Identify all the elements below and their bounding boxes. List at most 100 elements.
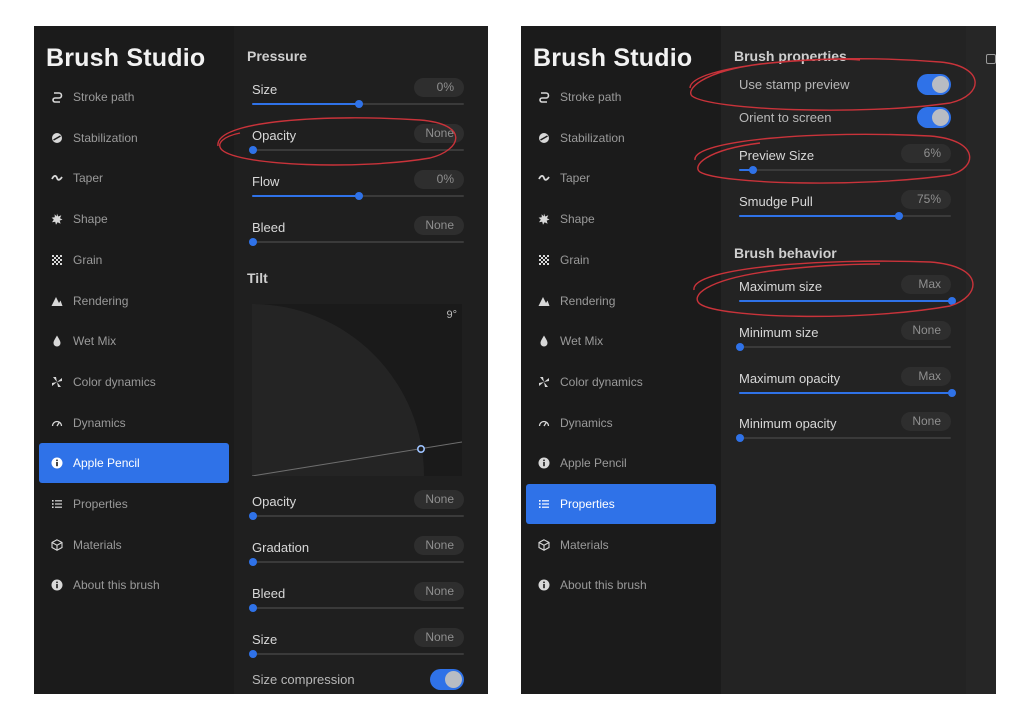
- slider-knob[interactable]: [736, 434, 744, 442]
- tilt-row-opacity[interactable]: Opacity None: [249, 490, 464, 526]
- slider-track[interactable]: [249, 558, 464, 566]
- slider-knob[interactable]: [249, 512, 257, 520]
- slider-track[interactable]: [249, 512, 464, 520]
- sidebar-item-rendering[interactable]: Rendering: [39, 281, 229, 321]
- sidebar-item-about-this-brush[interactable]: About this brush: [526, 565, 716, 605]
- sidebar-item-stabilization[interactable]: Stabilization: [39, 118, 229, 158]
- orient-to-screen-toggle[interactable]: [917, 107, 951, 128]
- slider-track[interactable]: [249, 146, 464, 154]
- sidebar-item-grain[interactable]: Grain: [39, 240, 229, 280]
- value-pill[interactable]: None: [414, 216, 464, 235]
- slider-knob[interactable]: [355, 100, 363, 108]
- slider-track[interactable]: [739, 212, 951, 220]
- slider-knob[interactable]: [249, 238, 257, 246]
- tilt-row-gradation[interactable]: Gradation None: [249, 536, 464, 572]
- tilt-angle-readout: 9°: [446, 309, 457, 321]
- sidebar-item-dynamics[interactable]: Dynamics: [526, 403, 716, 443]
- sidebar-item-wet-mix[interactable]: Wet Mix: [526, 321, 716, 361]
- value-pill[interactable]: None: [414, 124, 464, 143]
- sidebar-item-properties[interactable]: Properties: [39, 484, 229, 524]
- sidebar-item-stabilization[interactable]: Stabilization: [526, 118, 716, 158]
- maximum-size-row[interactable]: Maximum size Max: [739, 275, 956, 311]
- value-pill[interactable]: 75%: [901, 190, 951, 209]
- sidebar-item-properties[interactable]: Properties: [526, 484, 716, 524]
- slider-track[interactable]: [736, 434, 951, 442]
- pressure-row-size[interactable]: Size 0%: [252, 78, 464, 114]
- sidebar-item-color-dynamics[interactable]: Color dynamics: [526, 362, 716, 402]
- slider-track[interactable]: [739, 297, 956, 305]
- use-stamp-preview-row: Use stamp preview: [739, 74, 951, 96]
- slider-knob[interactable]: [948, 297, 956, 305]
- sidebar-item-label: Apple Pencil: [560, 456, 627, 471]
- sidebar-item-taper[interactable]: Taper: [39, 158, 229, 198]
- slider-track[interactable]: [736, 343, 951, 351]
- sidebar-item-taper[interactable]: Taper: [526, 158, 716, 198]
- slider-track[interactable]: [739, 166, 951, 174]
- brush-studio-panel-right: Brush Studio Stroke path Stabilization Tap…: [521, 26, 996, 694]
- size-compression-toggle[interactable]: [430, 669, 464, 690]
- tilt-angle-handle[interactable]: [417, 445, 426, 454]
- minimum-opacity-row[interactable]: Minimum opacity None: [736, 412, 951, 448]
- slider-track[interactable]: [739, 389, 956, 397]
- slider-track[interactable]: [249, 238, 464, 246]
- tilt-angle-graph[interactable]: 9°: [252, 304, 462, 476]
- value-pill[interactable]: 6%: [901, 144, 951, 163]
- external-link-icon[interactable]: [986, 54, 996, 64]
- side-strip: [966, 26, 996, 694]
- slider-track[interactable]: [252, 100, 464, 108]
- maximum-opacity-row[interactable]: Maximum opacity Max: [739, 367, 956, 403]
- use-stamp-preview-toggle[interactable]: [917, 74, 951, 95]
- sidebar-item-apple-pencil[interactable]: Apple Pencil: [39, 443, 229, 484]
- slider-knob[interactable]: [249, 558, 257, 566]
- info-icon: [39, 579, 69, 591]
- sidebar-item-shape[interactable]: Shape: [526, 199, 716, 239]
- value-pill[interactable]: Max: [901, 367, 951, 386]
- wet-mix-icon: [526, 335, 556, 347]
- slider-knob[interactable]: [736, 343, 744, 351]
- sidebar-item-materials[interactable]: Materials: [526, 525, 716, 565]
- slider-knob[interactable]: [895, 212, 903, 220]
- pressure-row-flow[interactable]: Flow 0%: [252, 170, 464, 206]
- slider-track[interactable]: [249, 604, 464, 612]
- row-label: Gradation: [252, 540, 310, 555]
- pressure-row-bleed[interactable]: Bleed None: [249, 216, 464, 252]
- row-label: Minimum opacity: [739, 416, 837, 431]
- sidebar-item-stroke-path[interactable]: Stroke path: [526, 77, 716, 117]
- slider-knob[interactable]: [249, 604, 257, 612]
- sidebar-item-grain[interactable]: Grain: [526, 240, 716, 280]
- value-pill[interactable]: 0%: [414, 170, 464, 189]
- slider-track[interactable]: [249, 650, 464, 658]
- slider-knob[interactable]: [249, 650, 257, 658]
- value-pill[interactable]: None: [901, 412, 951, 431]
- tilt-row-size[interactable]: Size None: [249, 628, 464, 664]
- value-pill[interactable]: None: [414, 490, 464, 509]
- sidebar-item-dynamics[interactable]: Dynamics: [39, 403, 229, 443]
- slider-knob[interactable]: [355, 192, 363, 200]
- smudge-pull-row[interactable]: Smudge Pull 75%: [739, 190, 951, 226]
- value-pill[interactable]: None: [414, 628, 464, 647]
- tilt-row-bleed[interactable]: Bleed None: [249, 582, 464, 618]
- sidebar-item-label: Materials: [73, 537, 122, 552]
- pressure-row-opacity[interactable]: Opacity None: [249, 124, 464, 160]
- sidebar-item-label: Color dynamics: [73, 374, 156, 389]
- slider-knob[interactable]: [249, 146, 257, 154]
- sidebar-item-materials[interactable]: Materials: [39, 525, 229, 565]
- value-pill[interactable]: None: [901, 321, 951, 340]
- sidebar-item-color-dynamics[interactable]: Color dynamics: [39, 362, 229, 402]
- value-pill[interactable]: None: [414, 536, 464, 555]
- value-pill[interactable]: Max: [901, 275, 951, 294]
- minimum-size-row[interactable]: Minimum size None: [736, 321, 951, 357]
- sidebar-item-about-this-brush[interactable]: About this brush: [39, 565, 229, 605]
- preview-size-row[interactable]: Preview Size 6%: [739, 144, 951, 180]
- slider-knob[interactable]: [748, 166, 757, 174]
- stroke-path-icon: [526, 91, 556, 103]
- sidebar-item-stroke-path[interactable]: Stroke path: [39, 77, 229, 117]
- slider-knob[interactable]: [948, 389, 956, 397]
- value-pill[interactable]: 0%: [414, 78, 464, 97]
- sidebar-item-rendering[interactable]: Rendering: [526, 281, 716, 321]
- sidebar-item-wet-mix[interactable]: Wet Mix: [39, 321, 229, 361]
- value-pill[interactable]: None: [414, 582, 464, 601]
- slider-track[interactable]: [252, 192, 464, 200]
- sidebar-item-apple-pencil[interactable]: Apple Pencil: [526, 443, 716, 483]
- sidebar-item-shape[interactable]: Shape: [39, 199, 229, 239]
